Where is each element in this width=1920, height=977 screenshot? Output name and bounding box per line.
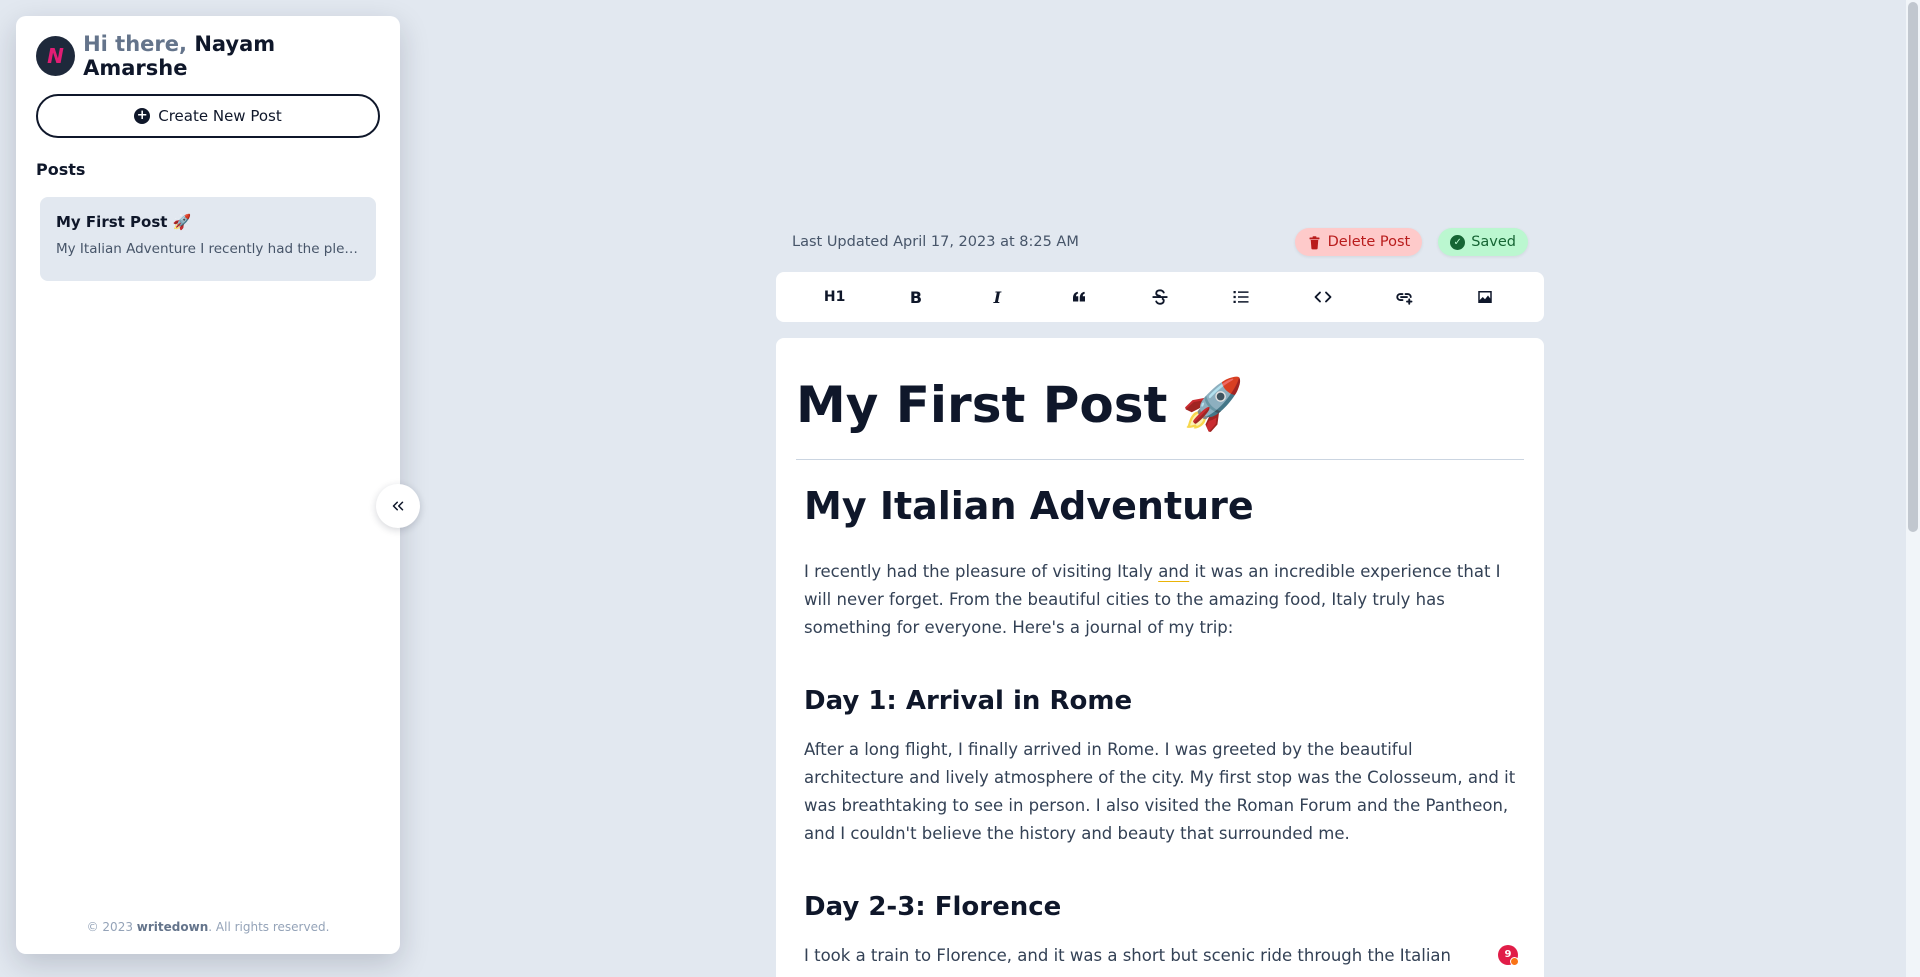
content-heading: My Italian Adventure: [804, 484, 1254, 528]
italic-button[interactable]: I: [977, 279, 1017, 315]
spellcheck-underlined-word: and: [1158, 562, 1190, 581]
footer-brand: writedown: [136, 920, 209, 934]
editor-panel[interactable]: My First Post 🚀 My Italian Adventure I r…: [776, 338, 1544, 977]
bold-button[interactable]: B: [896, 279, 936, 315]
rocket-emoji: 🚀: [1181, 375, 1244, 433]
page-scrollbar[interactable]: [1906, 0, 1920, 977]
scrollbar-thumb[interactable]: [1908, 2, 1918, 532]
heading-button[interactable]: H1: [815, 279, 855, 315]
delete-post-label: Delete Post: [1327, 234, 1411, 250]
greeting: N Hi there, Nayam Amarshe: [36, 32, 380, 80]
post-title-input[interactable]: My First Post 🚀: [796, 360, 1524, 460]
bullet-list-button[interactable]: [1221, 279, 1261, 315]
link-add-icon: [1396, 293, 1413, 305]
day2-paragraph: I took a train to Florence, and it was a…: [804, 946, 1451, 965]
check-circle-icon: ✓: [1450, 234, 1466, 250]
brand-logo: N: [36, 36, 76, 76]
code-button[interactable]: [1303, 279, 1343, 315]
sidebar: N Hi there, Nayam Amarshe + Create New P…: [16, 16, 400, 954]
greeting-text: Hi there, Nayam Amarshe: [83, 32, 380, 80]
footer-suffix: . All rights reserved.: [208, 920, 330, 934]
bold-label: B: [909, 287, 923, 307]
post-title-text: My First Post: [796, 375, 1168, 434]
saved-label: Saved: [1471, 234, 1516, 250]
content-intro-paragraph: I recently had the pleasure of visiting …: [804, 558, 1516, 642]
collapse-sidebar-button[interactable]: [376, 484, 420, 528]
intro-text-a: I recently had the pleasure of visiting …: [804, 562, 1159, 581]
day2-heading: Day 2-3: Florence: [804, 892, 1062, 922]
post-list-item[interactable]: My First Post 🚀 My Italian Adventure I r…: [40, 197, 376, 281]
heading-label: H1: [823, 289, 846, 305]
blockquote-button[interactable]: [1059, 279, 1099, 315]
posts-heading: Posts: [36, 160, 86, 179]
footer: © 2023 writedown. All rights reserved.: [16, 920, 400, 934]
post-actions: Delete Post ✓ Saved: [1294, 228, 1528, 256]
last-updated-text: Last Updated April 17, 2023 at 8:25 AM: [792, 234, 1079, 250]
delete-post-button[interactable]: Delete Post: [1294, 228, 1423, 256]
post-body-editor[interactable]: My Italian Adventure I recently had the …: [796, 484, 1524, 970]
image-icon: [1478, 291, 1493, 303]
list-icon: [1233, 291, 1249, 303]
plus-circle-icon: +: [134, 108, 151, 124]
trash-icon: [1309, 235, 1320, 249]
image-button[interactable]: [1465, 279, 1505, 315]
chevrons-left-icon: [392, 501, 404, 511]
footer-prefix: © 2023: [86, 920, 133, 934]
strikethrough-icon: [1152, 289, 1168, 305]
post-item-excerpt: My Italian Adventure I recently had the …: [56, 241, 360, 257]
day1-heading: Day 1: Arrival in Rome: [804, 686, 1133, 716]
code-icon: [1314, 291, 1332, 303]
day1-paragraph: After a long flight, I finally arrived i…: [804, 740, 1516, 843]
strikethrough-button[interactable]: [1140, 279, 1180, 315]
post-item-title: My First Post 🚀: [56, 213, 192, 231]
create-new-post-label: Create New Post: [158, 107, 282, 125]
italic-label: I: [993, 287, 1002, 307]
greeting-prefix: Hi there,: [83, 32, 187, 56]
quote-icon: [1072, 291, 1085, 302]
notification-badge[interactable]: 9: [1498, 945, 1519, 966]
link-button[interactable]: [1384, 279, 1424, 315]
create-new-post-button[interactable]: + Create New Post: [36, 94, 380, 138]
post-meta-row: Last Updated April 17, 2023 at 8:25 AM D…: [792, 228, 1528, 256]
editor-toolbar: H1 B I: [776, 272, 1544, 322]
saved-status-badge: ✓ Saved: [1438, 228, 1528, 256]
